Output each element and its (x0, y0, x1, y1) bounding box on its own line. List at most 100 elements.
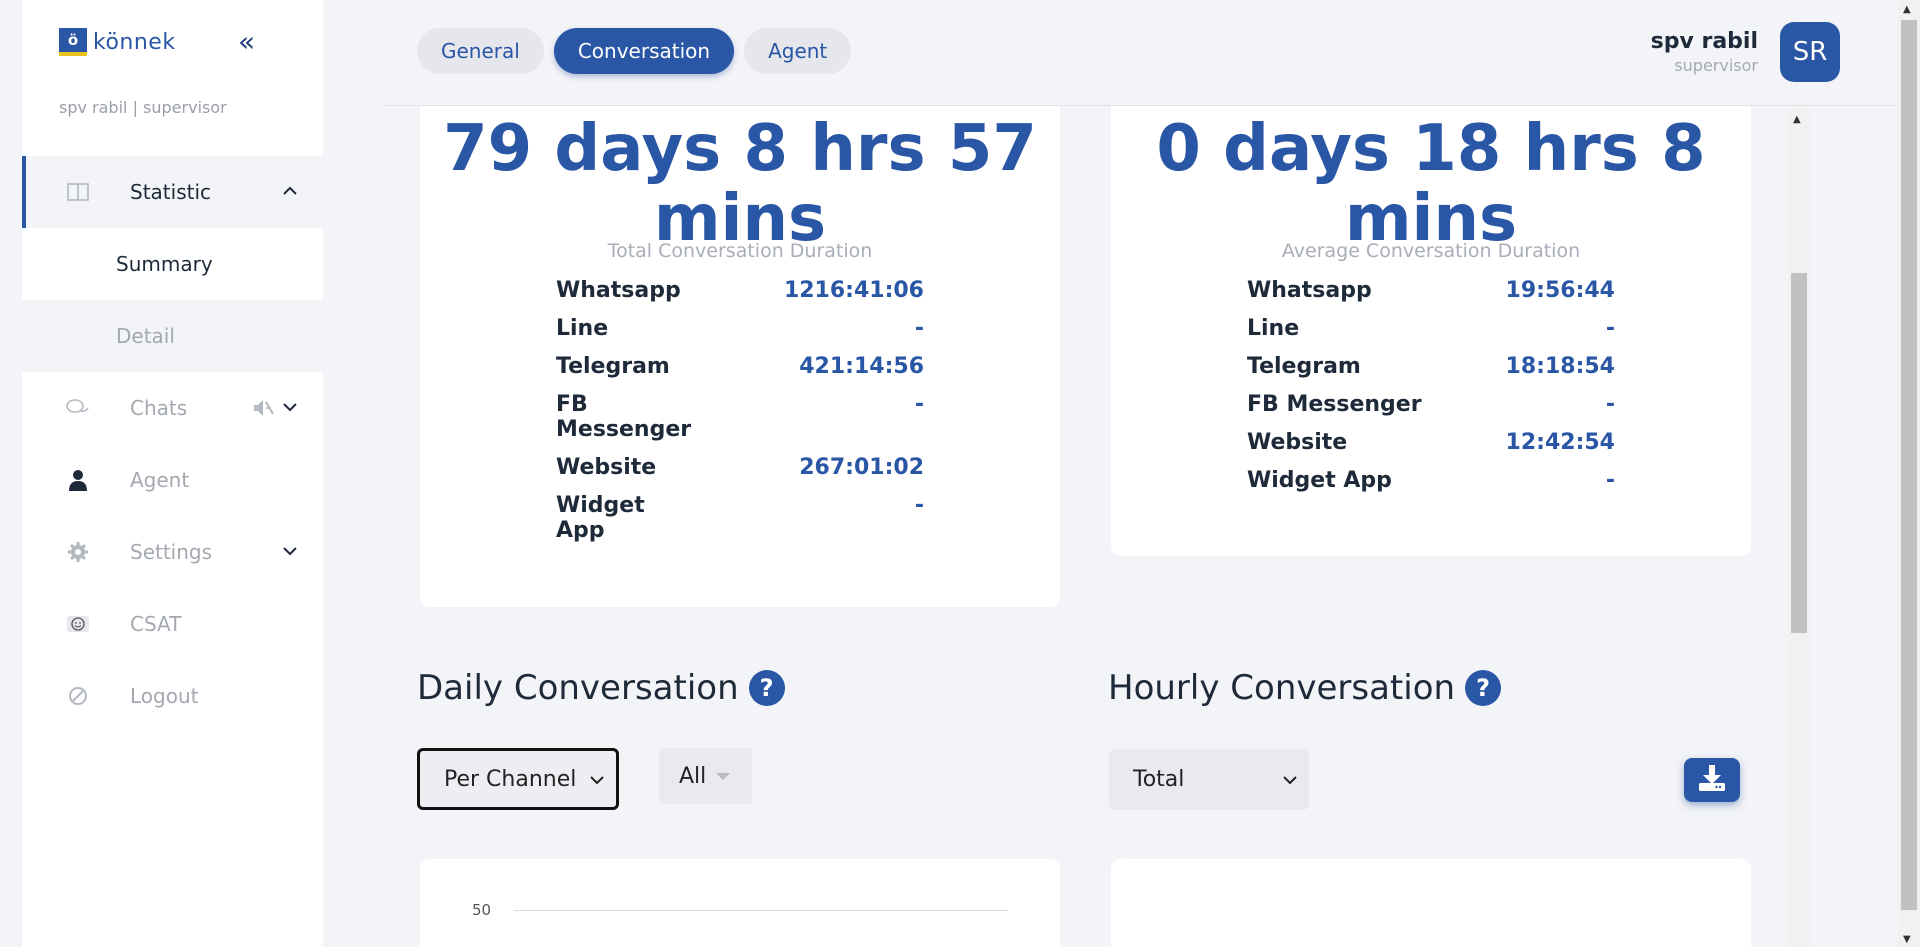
sidebar-item-logout[interactable]: Logout (22, 660, 323, 732)
sidebar-item-statistic[interactable]: Statistic (22, 156, 323, 228)
sidebar-item-label: Statistic (130, 180, 212, 204)
channel-name: Telegram (1247, 354, 1361, 379)
daily-channel-filter[interactable]: All (659, 748, 752, 804)
scroll-up-icon[interactable]: ▲ (1903, 4, 1911, 15)
channel-value: - (914, 316, 924, 341)
sidebar-user-role: spv rabil | supervisor (59, 98, 227, 117)
hourly-conversation-title-text: Hourly Conversation (1108, 668, 1456, 708)
sidebar-item-csat[interactable]: CSAT (22, 588, 323, 660)
smiley-icon (66, 612, 90, 636)
daily-chart-card: 50 (420, 859, 1060, 947)
chevron-down-icon (1283, 770, 1297, 789)
total-duration-card: 79 days 8 hrs 57 mins Total Conversation… (420, 60, 1060, 607)
top-bar: General Conversation Agent spv rabil sup… (383, 0, 1898, 106)
chevron-down-icon (590, 770, 604, 789)
chat-bubbles-icon (66, 396, 90, 420)
statistic-tabs: General Conversation Agent (417, 28, 852, 74)
table-row: FB Messenger - (1247, 392, 1615, 417)
daily-conversation-title: Daily Conversation ? (417, 668, 785, 708)
table-row: Telegram 18:18:54 (1247, 354, 1615, 379)
channel-name: Widget App (1247, 468, 1392, 493)
table-row: Widget App - (1247, 468, 1615, 493)
table-row: Telegram 421:14:56 (556, 354, 924, 379)
average-duration-value-line1: 0 days 18 hrs 8 (1156, 112, 1706, 186)
collapse-sidebar-icon[interactable]: « (238, 28, 255, 56)
table-row: Whatsapp 19:56:44 (1247, 278, 1615, 303)
sidebar-item-settings[interactable]: Settings (22, 516, 323, 588)
sidebar-item-label: Logout (130, 684, 199, 708)
average-duration-table: Whatsapp 19:56:44 Line - Telegram 18:18:… (1247, 278, 1615, 506)
sidebar-item-chats[interactable]: Chats (22, 372, 323, 444)
sidebar-item-agent[interactable]: Agent (22, 444, 323, 516)
logo-text: könnek (93, 29, 176, 55)
scroll-up-icon[interactable]: ▲ (1793, 114, 1801, 125)
hourly-mode-select-value: Total (1133, 767, 1185, 792)
help-icon[interactable]: ? (1465, 670, 1502, 706)
volume-mute-icon[interactable] (251, 396, 275, 424)
channel-name: Whatsapp (1247, 278, 1372, 303)
help-icon[interactable]: ? (748, 670, 785, 706)
chart-tick-label: 50 (472, 901, 492, 919)
scroll-down-icon[interactable]: ▼ (1903, 934, 1911, 945)
table-row: Website 267:01:02 (556, 455, 924, 480)
sidebar-item-label: Chats (130, 396, 188, 420)
daily-conversation-title-text: Daily Conversation (417, 668, 739, 708)
caret-down-icon (716, 772, 731, 780)
download-button[interactable] (1684, 758, 1740, 802)
average-duration-value: 0 days 18 hrs 8 mins (1111, 114, 1751, 254)
channel-value: - (1605, 392, 1615, 417)
download-icon (1697, 764, 1727, 796)
gear-icon (66, 540, 90, 564)
user-role: supervisor (1674, 56, 1758, 75)
hourly-mode-select[interactable]: Total (1109, 749, 1309, 810)
tab-conversation[interactable]: Conversation (553, 28, 735, 74)
channel-value: 267:01:02 (799, 455, 924, 480)
table-row: Widget App - (556, 493, 924, 543)
user-menu[interactable]: spv rabil supervisor SR (1651, 22, 1840, 82)
logout-icon (66, 684, 90, 708)
channel-value: - (1605, 468, 1615, 493)
channel-name: Widget App (556, 493, 645, 543)
content-scrollbar[interactable]: ▲ (1788, 108, 1810, 947)
statistic-submenu: Summary Detail (22, 228, 323, 372)
avatar[interactable]: SR (1780, 22, 1840, 82)
tab-general[interactable]: General (417, 28, 544, 74)
channel-name: FB Messenger (1247, 392, 1422, 417)
sidebar-subitem-detail[interactable]: Detail (22, 300, 323, 372)
sidebar-item-label: Agent (130, 468, 190, 492)
channel-value: 18:18:54 (1505, 354, 1615, 379)
layout-columns-icon (66, 180, 90, 204)
channel-value: 12:42:54 (1505, 430, 1615, 455)
channel-value: - (1605, 316, 1615, 341)
channel-name: Website (1247, 430, 1348, 455)
sidebar-subitem-summary[interactable]: Summary (22, 228, 323, 300)
total-duration-caption: Total Conversation Duration (607, 240, 873, 262)
table-row: FB Messenger - (556, 392, 924, 442)
channel-name: Website (556, 455, 657, 480)
sidebar: ö könnek « spv rabil | supervisor Statis… (0, 0, 323, 947)
channel-value: 421:14:56 (799, 354, 924, 379)
chevron-down-icon (283, 400, 297, 416)
tab-agent[interactable]: Agent (744, 28, 852, 74)
app-logo: ö könnek (59, 28, 176, 56)
channel-value: 19:56:44 (1505, 278, 1615, 303)
user-info: spv rabil supervisor (1651, 29, 1758, 75)
daily-mode-select[interactable]: Per Channel (417, 748, 619, 810)
channel-value: - (914, 392, 924, 417)
channel-name: Whatsapp (556, 278, 681, 303)
scrollbar-thumb[interactable] (1901, 20, 1917, 910)
user-name: spv rabil (1650, 29, 1758, 54)
hourly-conversation-title: Hourly Conversation ? (1108, 668, 1502, 708)
sidebar-item-label: Settings (130, 540, 213, 564)
chevron-up-icon (283, 184, 297, 200)
daily-mode-select-value: Per Channel (444, 766, 577, 792)
table-row: Whatsapp 1216:41:06 (556, 278, 924, 303)
channel-value: 1216:41:06 (783, 278, 924, 303)
scrollbar-thumb[interactable] (1791, 273, 1807, 633)
channel-value: - (914, 493, 924, 518)
sidebar-item-label: CSAT (130, 612, 182, 636)
table-row: Line - (556, 316, 924, 341)
page-scrollbar[interactable]: ▲ ▼ (1898, 0, 1920, 947)
total-duration-value-line1: 79 days 8 hrs 57 (443, 112, 1037, 186)
hourly-chart-card (1111, 859, 1751, 947)
